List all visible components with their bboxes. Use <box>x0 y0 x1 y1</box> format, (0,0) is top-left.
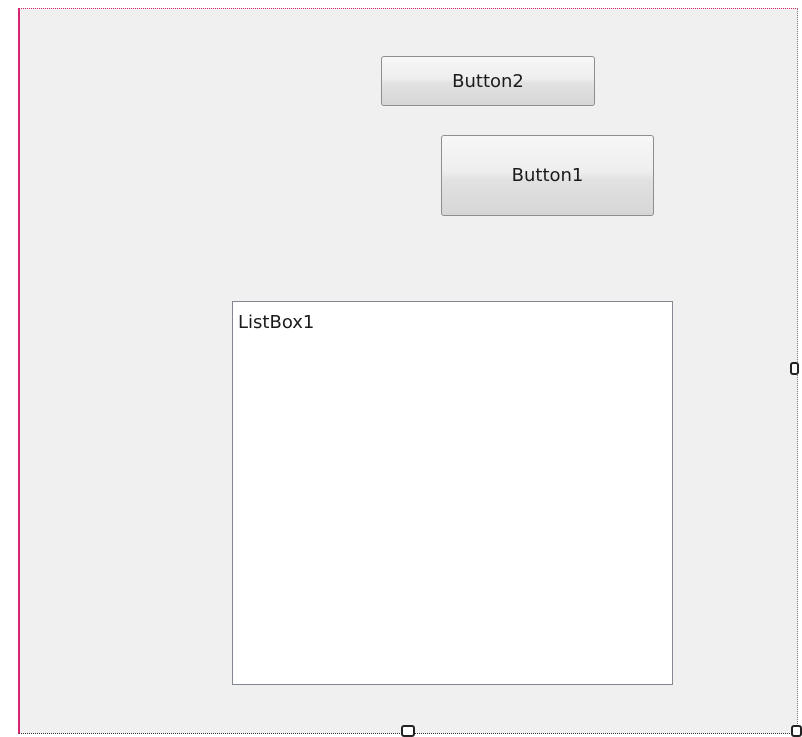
button1[interactable]: Button1 <box>441 135 654 216</box>
resize-handle-right[interactable] <box>790 362 799 375</box>
button2[interactable]: Button2 <box>381 56 595 106</box>
resize-handle-bottom[interactable] <box>401 725 415 737</box>
listbox1[interactable]: ListBox1 <box>232 301 673 685</box>
button2-label: Button2 <box>452 70 524 92</box>
resize-handle-corner[interactable] <box>791 725 802 737</box>
button1-label: Button1 <box>511 165 584 186</box>
form-design-surface[interactable]: Button2 Button1 ListBox1 <box>18 8 798 734</box>
listbox1-label: ListBox1 <box>238 312 315 333</box>
designer-canvas: Button2 Button1 ListBox1 <box>0 0 802 737</box>
